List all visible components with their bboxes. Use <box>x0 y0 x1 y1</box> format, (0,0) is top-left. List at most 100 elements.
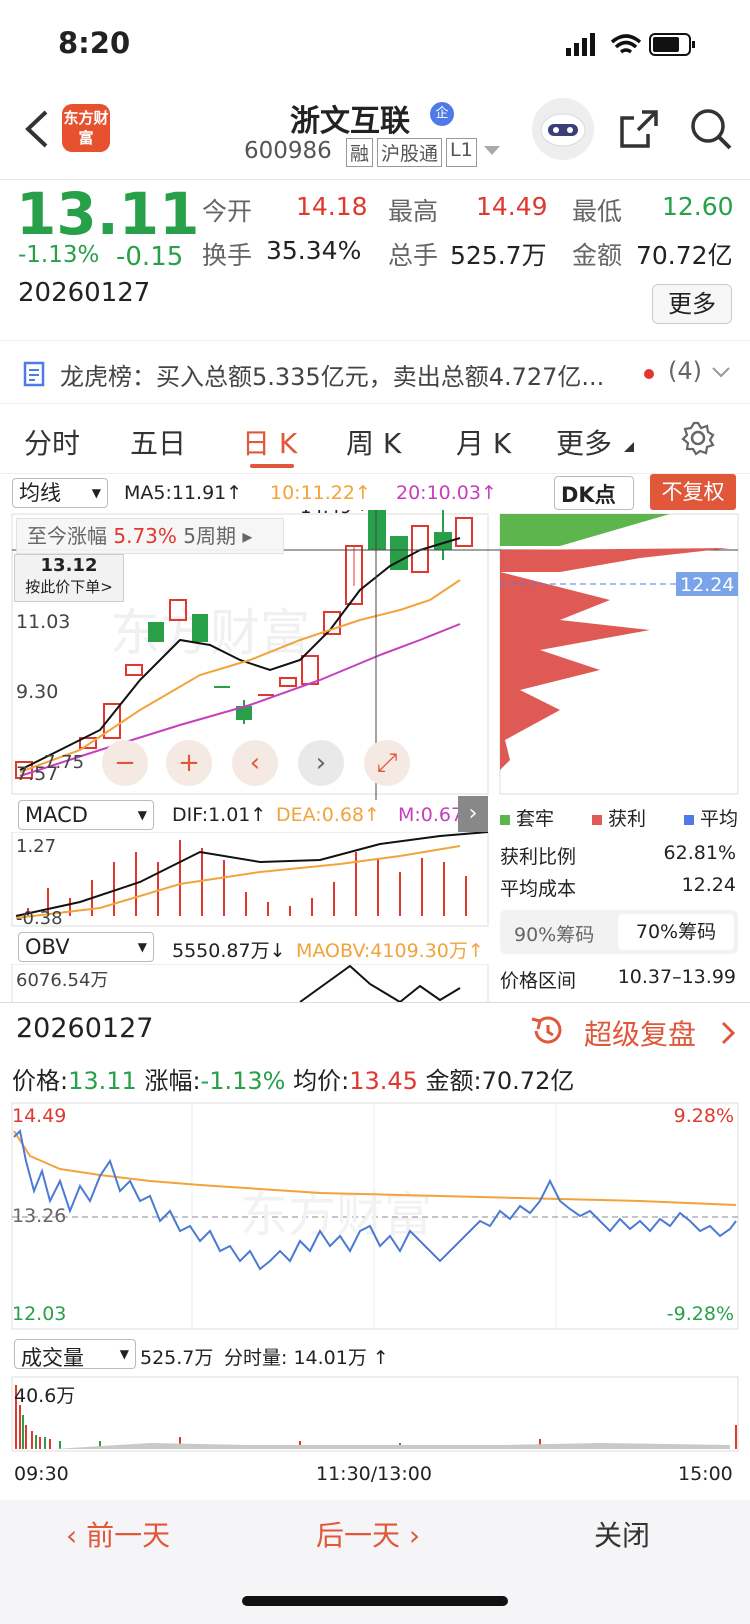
macd-chart: 1.27 -0.38 <box>11 832 489 928</box>
volume-select[interactable]: 成交量 ▼ <box>14 1339 136 1370</box>
avg-cost-value: 12.24 <box>681 874 736 896</box>
chevron-down-icon <box>712 367 730 378</box>
low-value: 12.60 <box>662 192 734 221</box>
chevron-left-icon[interactable]: ‹ <box>232 740 278 786</box>
document-icon <box>23 361 45 387</box>
macd-select[interactable]: MACD ▼ <box>18 800 154 830</box>
stock-name: 浙文互联 <box>290 104 410 139</box>
ma-select[interactable]: 均线 ▼ <box>12 478 108 508</box>
no-adjust-button[interactable]: 不复权 <box>650 474 736 510</box>
intraday-panel: 20260127 超级复盘 价格:13.11 涨幅:-1.13% 均价:13.4… <box>0 1002 750 1500</box>
chip-70-tab[interactable]: 70%筹码 <box>618 914 734 950</box>
intraday-y-mid: 13.26 <box>12 1205 67 1227</box>
intraday-y-top: 14.49 <box>12 1105 67 1127</box>
volume-value: 525.7万 <box>450 241 547 270</box>
high-value: 14.49 <box>476 192 548 221</box>
next-day-button[interactable]: 后一天 › <box>316 1514 420 1554</box>
turnover-value: 35.34% <box>266 236 362 265</box>
intraday-y-bot: 12.03 <box>12 1303 67 1325</box>
back-icon[interactable] <box>22 108 52 150</box>
tab-weekly-k[interactable]: 周 K <box>346 422 401 462</box>
high-marker: 14.49→ <box>300 510 367 518</box>
chip-toggle: 90%筹码 70%筹码 <box>500 910 738 954</box>
quote-date: 20260127 <box>18 278 151 308</box>
lhb-count: (4) <box>668 357 702 385</box>
turnover-label: 换手 <box>202 241 253 270</box>
obv-top: 6076.54万 <box>16 970 108 991</box>
time-mid: 11:30/13:00 <box>316 1463 432 1485</box>
ma10-label: 10:11.22↑ <box>270 482 371 504</box>
prev-day-button[interactable]: ‹ 前一天 <box>66 1514 170 1554</box>
tag-margin: 融 <box>346 138 374 167</box>
dk-point-button[interactable]: DK点 <box>554 476 634 510</box>
obv-ma: MAOBV:4109.30万↑ <box>296 940 484 962</box>
range-change-panel[interactable]: 至今涨幅 5.73% 5周期 ▸ <box>16 518 284 554</box>
macd-dea: DEA:0.68↑ <box>276 804 380 826</box>
enterprise-badge: 企 <box>430 102 454 126</box>
legend-profit: 获利 <box>591 804 646 831</box>
chevron-right-icon[interactable] <box>720 1021 736 1045</box>
last-price: 13.11 <box>16 180 200 248</box>
macd-dif: DIF:1.01↑ <box>172 804 267 826</box>
robot-avatar-icon[interactable] <box>532 98 594 160</box>
status-time: 8:20 <box>58 26 131 60</box>
chip-legend: 套牢 获利 平均 <box>500 804 738 831</box>
time-start: 09:30 <box>14 1463 69 1485</box>
tab-more[interactable]: 更多 <box>556 422 612 462</box>
app-logo: 东方财富 <box>62 104 110 152</box>
status-bar: 8:20 <box>0 0 750 88</box>
tab-intraday[interactable]: 分时 <box>24 422 80 462</box>
zoom-out-icon[interactable]: − <box>102 740 148 786</box>
tag-level: L1 <box>446 138 477 167</box>
profit-ratio-value: 62.81% <box>663 842 736 864</box>
volume-chart <box>11 1376 739 1452</box>
low-marker: 7.75 <box>44 752 84 773</box>
amount-label: 金额 <box>572 241 623 270</box>
quote-panel: 13.11 -1.13% -0.15 20260127 今开 14.18 最高 … <box>0 180 750 340</box>
intraday-date: 20260127 <box>16 1013 154 1044</box>
price-range-label: 价格区间 <box>500 970 577 992</box>
tab-indicator <box>250 464 294 468</box>
obv-select[interactable]: OBV ▼ <box>18 932 154 962</box>
chevron-right-icon[interactable]: › <box>298 740 344 786</box>
unread-dot <box>644 369 654 379</box>
share-icon[interactable] <box>618 108 660 150</box>
history-icon[interactable] <box>528 1013 564 1049</box>
more-button[interactable]: 更多 <box>652 284 732 324</box>
dropdown-icon[interactable] <box>484 146 500 156</box>
intraday-volume: 525.7万 <box>140 1347 214 1369</box>
search-icon[interactable] <box>688 106 734 152</box>
chip-price-tag: 12.24 <box>680 574 734 596</box>
expand-icon[interactable]: ⤢ <box>364 740 410 786</box>
avg-cost-label: 平均成本 <box>500 878 577 900</box>
dragon-tiger-bar[interactable]: 龙虎榜：买入总额5.335亿元，卖出总额4.727亿... (4) <box>0 340 750 404</box>
amount-value: 70.72亿 <box>636 241 733 270</box>
volume-label: 总手 <box>388 241 439 270</box>
crosshair-price-box[interactable]: 13.12 按此价下单> <box>14 554 124 602</box>
obv-chart: 6076.54万 <box>11 964 489 1002</box>
legend-average: 平均 <box>683 804 738 831</box>
status-icons <box>566 33 695 56</box>
stock-code: 600986 <box>244 138 332 164</box>
bottom-bar: ‹ 前一天 后一天 › 关闭 <box>0 1500 750 1624</box>
expand-right-icon[interactable]: › <box>458 796 488 832</box>
super-replay-link[interactable]: 超级复盘 <box>584 1013 696 1053</box>
y-tick-2: 9.30 <box>16 681 58 703</box>
settings-gear-icon[interactable] <box>680 420 716 456</box>
intraday-pct-top: 9.28% <box>673 1105 734 1127</box>
ma5-label: MA5:11.91↑ <box>124 482 243 504</box>
tag-connect: 沪股通 <box>377 138 443 167</box>
change-value: -0.15 <box>116 242 184 272</box>
tab-five-day[interactable]: 五日 <box>130 422 186 462</box>
macd-bottom: -0.38 <box>16 908 63 928</box>
tab-daily-k[interactable]: 日 K <box>242 422 297 462</box>
chip-90-tab[interactable]: 90%筹码 <box>514 920 594 947</box>
ma20-label: 20:10.03↑ <box>396 482 497 504</box>
high-label: 最高 <box>388 197 439 226</box>
open-label: 今开 <box>202 197 253 226</box>
period-tabs: 分时 五日 日 K 周 K 月 K 更多 <box>0 404 750 474</box>
zoom-in-icon[interactable]: + <box>166 740 212 786</box>
chip-info-panel: 套牢 获利 平均 获利比例 62.81% 平均成本 12.24 90%筹码 70… <box>500 804 738 1002</box>
close-button[interactable]: 关闭 <box>594 1514 650 1554</box>
tab-monthly-k[interactable]: 月 K <box>456 422 511 462</box>
